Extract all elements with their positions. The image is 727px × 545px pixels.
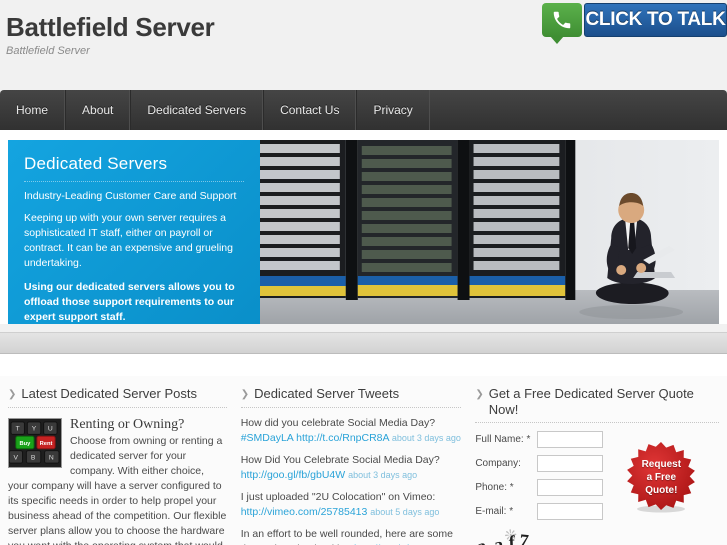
svg-text:Buy: Buy bbox=[19, 441, 31, 447]
site-tagline: Battlefield Server bbox=[6, 45, 90, 57]
tweet-timestamp: about 5 days ago bbox=[370, 507, 440, 517]
tweets-heading-label: Dedicated Server Tweets bbox=[254, 386, 400, 401]
nav-item-home[interactable]: Home bbox=[0, 90, 66, 130]
site-header: Battlefield Server Battlefield Server CL… bbox=[0, 0, 727, 90]
company-row: Company: bbox=[475, 455, 605, 472]
click-to-talk-button[interactable]: CLICK TO TALK bbox=[542, 2, 727, 44]
hero-section: Dedicated Servers Industry-Leading Custo… bbox=[0, 130, 727, 324]
svg-text:B: B bbox=[31, 454, 36, 461]
tweet-item: How Did You Celebrate Social Media Day? … bbox=[241, 453, 462, 483]
quote-heading-label: Get a Free Dedicated Server Quote Now! bbox=[488, 386, 694, 417]
keyboard-buy-rent-thumbnail-icon[interactable]: T Y U V B N Buy Rent bbox=[8, 418, 62, 468]
hero-emphasis-text: Using our dedicated servers allows you t… bbox=[24, 281, 235, 323]
svg-text:V: V bbox=[14, 454, 19, 461]
nav-item-contact-us[interactable]: Contact Us bbox=[263, 90, 357, 130]
section-divider bbox=[0, 332, 727, 354]
hero-subtitle: Industry-Leading Customer Care and Suppo… bbox=[24, 190, 237, 202]
latest-posts-column: ❯ Latest Dedicated Server Posts T Y U V … bbox=[8, 386, 227, 545]
quote-heading: ❯ Get a Free Dedicated Server Quote Now! bbox=[475, 386, 719, 418]
request-free-quote-badge[interactable]: Request a Free Quote! bbox=[625, 441, 697, 513]
tweet-item: In an effort to be well rounded, here ar… bbox=[241, 527, 462, 545]
hero-title: Dedicated Servers bbox=[24, 154, 168, 173]
svg-text:T: T bbox=[16, 426, 20, 433]
chevron-right-icon: ❯ bbox=[240, 389, 250, 400]
email-field[interactable] bbox=[537, 503, 604, 520]
quote-form-column: ❯ Get a Free Dedicated Server Quote Now!… bbox=[475, 386, 719, 545]
chevron-right-icon: ❯ bbox=[8, 389, 17, 400]
quote-form: Full Name: * Company: Phone: * E-mail: * bbox=[475, 431, 605, 545]
tweet-item: How did you celebrate Social Media Day? … bbox=[241, 416, 462, 446]
main-navigation: Home About Dedicated Servers Contact Us … bbox=[0, 90, 727, 130]
svg-text:Rent: Rent bbox=[40, 441, 53, 447]
nav-item-privacy[interactable]: Privacy bbox=[356, 90, 430, 130]
badge-line-3: Quote! bbox=[645, 484, 678, 496]
tweet-item: I just uploaded "2U Colocation" on Vimeo… bbox=[241, 490, 462, 520]
tweets-heading: ❯ Dedicated Server Tweets bbox=[241, 386, 462, 403]
tweets-column: ❯ Dedicated Server Tweets How did you ce… bbox=[240, 386, 462, 545]
badge-line-2: a Free bbox=[646, 471, 677, 483]
chevron-right-icon: ❯ bbox=[475, 389, 484, 400]
badge-line-1: Request bbox=[641, 458, 682, 470]
full-name-field[interactable] bbox=[537, 431, 604, 448]
hero-divider bbox=[24, 181, 244, 182]
latest-posts-heading: ❯ Latest Dedicated Server Posts bbox=[8, 386, 227, 403]
nav-item-about[interactable]: About bbox=[65, 90, 131, 130]
tweet-text: I just uploaded "2U Colocation" on Vimeo… bbox=[240, 491, 436, 503]
latest-posts-heading-label: Latest Dedicated Server Posts bbox=[21, 386, 197, 401]
content-columns: ❯ Latest Dedicated Server Posts T Y U V … bbox=[0, 376, 727, 545]
nav-item-dedicated-servers[interactable]: Dedicated Servers bbox=[130, 90, 264, 130]
tweet-link[interactable]: http://t.co/RnpCR8A bbox=[296, 432, 389, 444]
tweet-link[interactable]: http://vimeo.com/25785413 bbox=[241, 506, 368, 518]
svg-text:Y: Y bbox=[32, 426, 37, 433]
svg-text:7: 7 bbox=[519, 530, 530, 545]
hero-panel: Dedicated Servers Industry-Leading Custo… bbox=[8, 140, 260, 324]
phone-field[interactable] bbox=[537, 479, 604, 496]
hero-photo bbox=[260, 140, 719, 324]
tweet-link[interactable]: http://goo.gl/fb/gbU4W bbox=[241, 469, 345, 481]
tweet-timestamp: about 3 days ago bbox=[391, 433, 461, 443]
tweets-divider bbox=[240, 407, 462, 408]
tweet-timestamp: about 3 days ago bbox=[348, 470, 418, 480]
quote-divider bbox=[475, 422, 719, 423]
svg-text:U: U bbox=[48, 426, 53, 433]
tweet-hashtag[interactable]: #SMDayLA bbox=[241, 432, 294, 444]
full-name-label: Full Name: * bbox=[475, 434, 531, 445]
svg-text:N: N bbox=[49, 454, 54, 461]
phone-row: Phone: * bbox=[475, 479, 605, 496]
badge-text: Request a Free Quote! bbox=[625, 441, 697, 513]
section-divider-band bbox=[0, 332, 727, 376]
post-item: TYU VBN Buy Rent Renting or Owning? Choos… bbox=[8, 416, 227, 545]
full-name-row: Full Name: * bbox=[475, 431, 605, 448]
tweet-text: How did you celebrate Social Media Day? bbox=[240, 417, 436, 429]
captcha-image: ❊ a a f 7 Do bbox=[475, 527, 572, 545]
request-quote-badge-container: Request a Free Quote! bbox=[611, 431, 719, 545]
company-label: Company: bbox=[475, 458, 521, 469]
click-to-talk-label: CLICK TO TALK bbox=[584, 3, 727, 37]
hero-body-text: Keeping up with your own server requires… bbox=[24, 212, 233, 269]
latest-posts-divider bbox=[8, 407, 227, 408]
company-field[interactable] bbox=[537, 455, 604, 472]
tweet-text: How Did You Celebrate Social Media Day? bbox=[240, 454, 440, 466]
email-label: E-mail: * bbox=[475, 506, 514, 517]
email-row: E-mail: * bbox=[475, 503, 605, 520]
phone-label: Phone: * bbox=[475, 482, 514, 493]
phone-speech-bubble-icon bbox=[542, 3, 582, 44]
